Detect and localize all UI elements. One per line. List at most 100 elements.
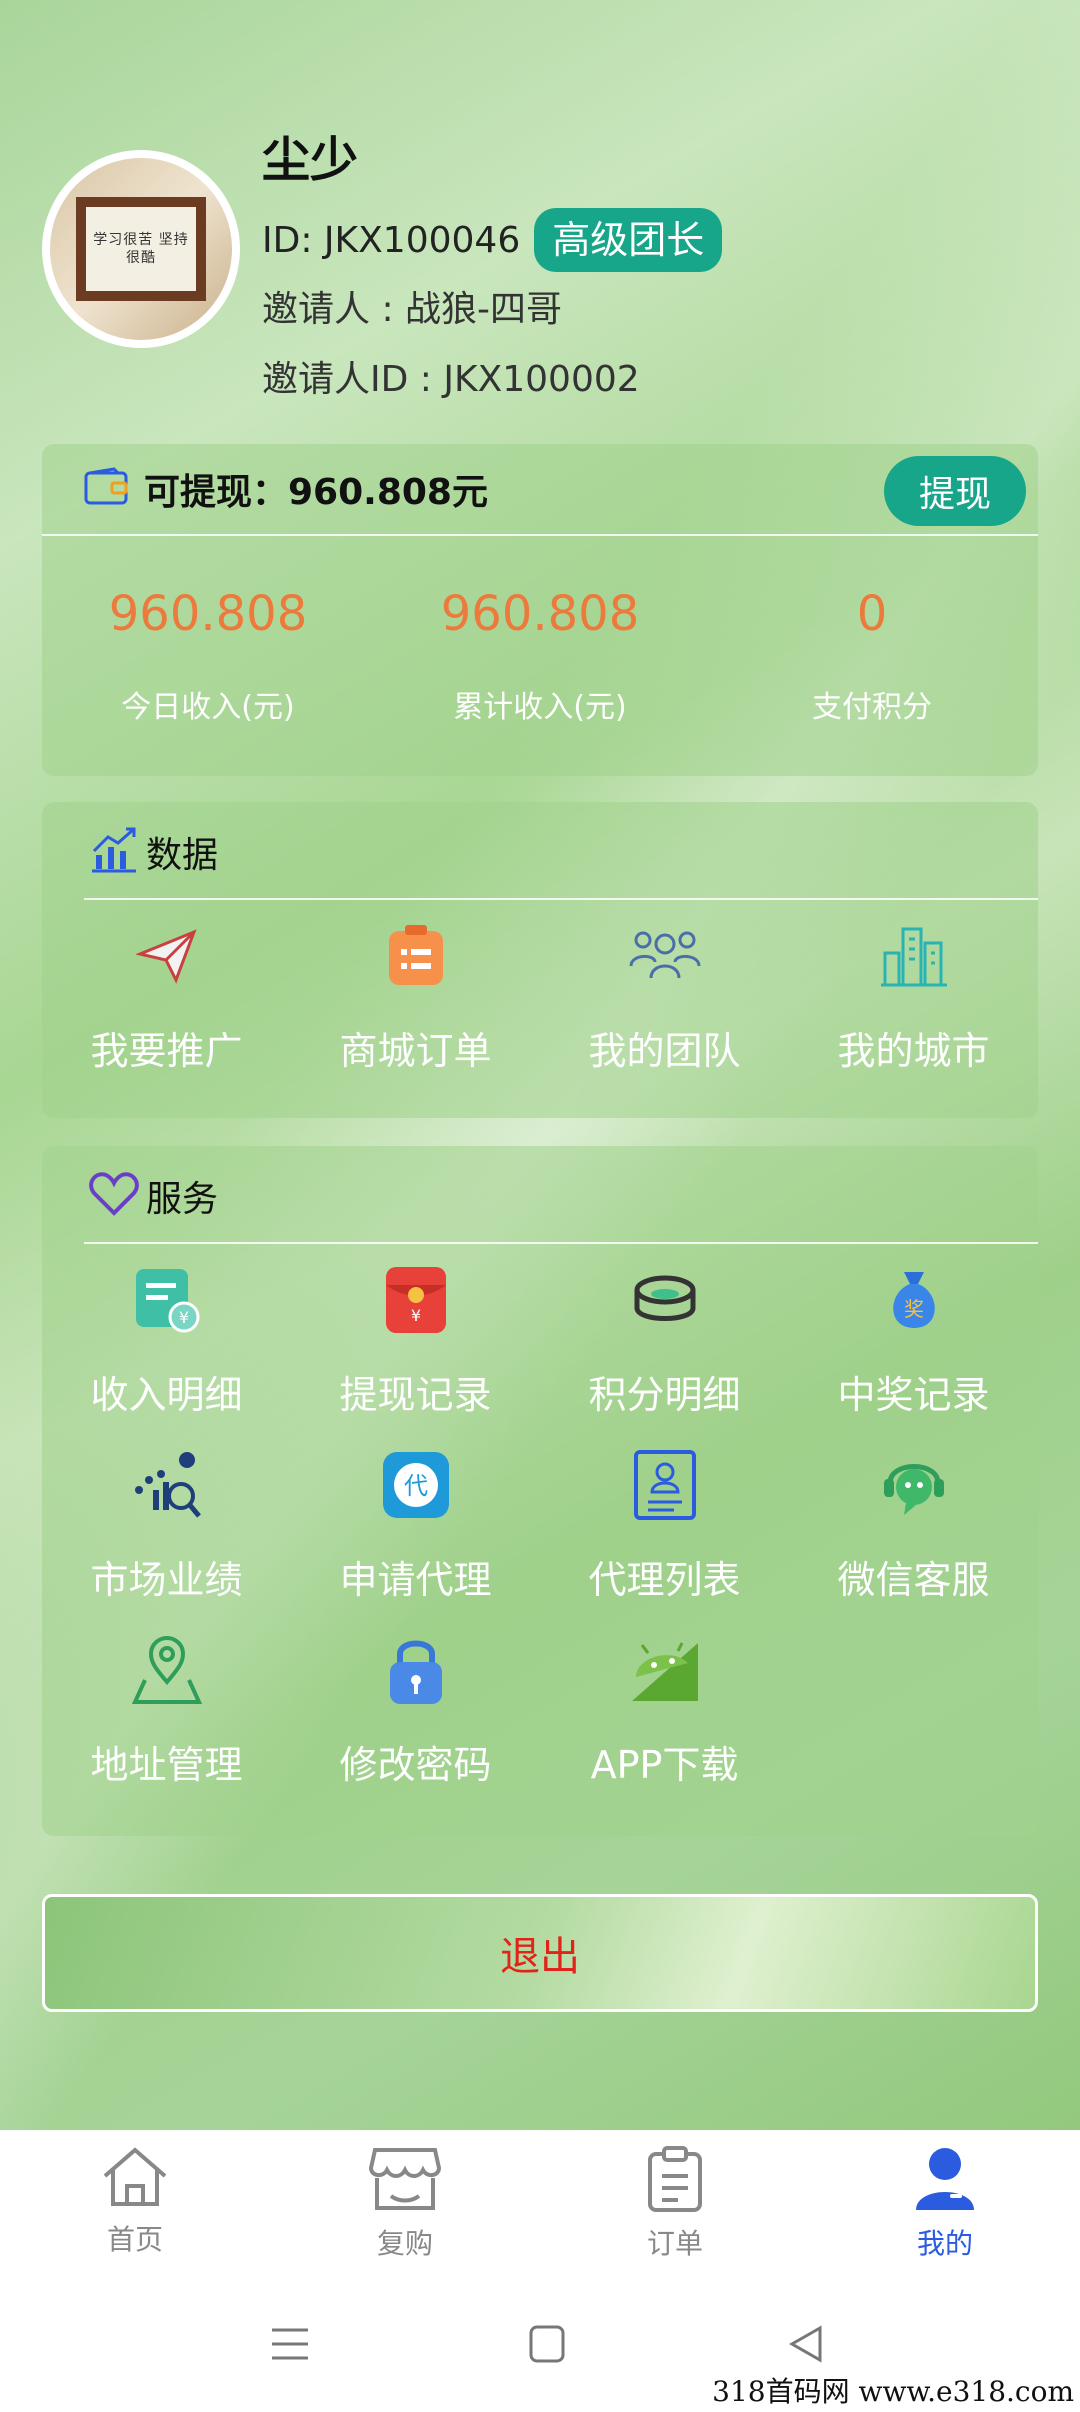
avatar[interactable]: 学习很苦 坚持很酷 <box>42 150 240 348</box>
stat-label: 今日收入(元) <box>121 690 295 725</box>
data-grid: 我要推广 商城订单 我的团队 我的城市 <box>42 902 1038 1075</box>
change-password-item[interactable]: 修改密码 <box>291 1604 540 1789</box>
service-grid: ¥ 收入明细 ¥ 提现记录 积分明细 奖 中奖记录 市场业绩 代 申请代理 代理… <box>42 1246 1038 1789</box>
paper-plane-icon <box>134 928 198 988</box>
city-icon <box>879 923 949 993</box>
agent-list-item[interactable]: 代理列表 <box>540 1419 789 1604</box>
withdraw-button[interactable]: 提现 <box>884 456 1026 526</box>
svg-text:代: 代 <box>404 1472 428 1500</box>
address-manage-item[interactable]: 地址管理 <box>42 1604 291 1789</box>
points-detail-item[interactable]: 积分明细 <box>540 1246 789 1419</box>
customer-service-icon <box>878 1449 950 1525</box>
tab-repurchase[interactable]: 复购 <box>270 2130 540 2280</box>
inviter: 邀请人 : 战狼-四哥 <box>262 289 563 330</box>
red-envelope-icon: ¥ <box>384 1265 448 1339</box>
item-label: 代理列表 <box>588 1558 741 1602</box>
user-name: 尘少 <box>262 132 359 188</box>
service-section: 服务 ¥ 收入明细 ¥ 提现记录 积分明细 奖 中奖记录 市场业绩 代 申请代理 <box>42 1146 1038 1836</box>
wechat-support-item[interactable]: 微信客服 <box>789 1419 1038 1604</box>
item-label: 收入明细 <box>90 1373 243 1417</box>
service-section-title: 服务 <box>146 1179 219 1220</box>
item-label: 市场业绩 <box>90 1558 243 1602</box>
data-section-header: 数据 <box>42 802 1038 902</box>
map-pin-icon <box>131 1634 203 1710</box>
item-label: APP下载 <box>590 1743 739 1787</box>
tab-orders[interactable]: 订单 <box>540 2130 810 2280</box>
withdraw-record-item[interactable]: ¥ 提现记录 <box>291 1246 540 1419</box>
app-download-item[interactable]: APP下载 <box>540 1604 789 1789</box>
divider <box>84 898 1038 900</box>
stat-label: 支付积分 <box>812 690 932 725</box>
item-label: 修改密码 <box>339 1743 492 1787</box>
divider <box>84 1242 1038 1244</box>
promote-item[interactable]: 我要推广 <box>42 902 291 1075</box>
tab-home[interactable]: 首页 <box>0 2130 270 2280</box>
chart-trend-icon <box>88 825 140 879</box>
tab-label: 首页 <box>106 2223 163 2256</box>
stat-value: 960.808 <box>108 586 308 642</box>
order-list-icon <box>387 925 445 991</box>
bottom-tab-bar: 首页 复购 订单 我的 <box>0 2130 1080 2280</box>
tab-label: 订单 <box>646 2227 703 2260</box>
team-icon <box>627 926 703 990</box>
prize-bag-icon: 奖 <box>884 1268 944 1336</box>
system-nav-bar: 318首码网 www.e318.com <box>0 2280 1080 2412</box>
stat-today-income[interactable]: 960.808 今日收入(元) <box>42 586 374 726</box>
item-label: 商城订单 <box>339 1029 492 1073</box>
svg-text:¥: ¥ <box>410 1306 420 1325</box>
watermark: 318首码网 www.e318.com <box>712 2375 1074 2408</box>
my-team-item[interactable]: 我的团队 <box>540 902 789 1075</box>
tab-mine[interactable]: 我的 <box>810 2130 1080 2280</box>
item-label: 积分明细 <box>588 1373 741 1417</box>
agent-apply-icon: 代 <box>381 1450 451 1524</box>
inviter-id: 邀请人ID : JKX100002 <box>262 359 640 400</box>
logout-button[interactable]: 退出 <box>42 1894 1038 2012</box>
tab-label: 复购 <box>376 2227 433 2260</box>
store-icon <box>368 2146 442 2216</box>
mall-orders-item[interactable]: 商城订单 <box>291 902 540 1075</box>
back-icon[interactable] <box>786 2324 826 2368</box>
user-id-row: ID: JKX100046 高级团长 <box>262 208 723 272</box>
wallet-icon <box>84 467 130 511</box>
item-label: 我的团队 <box>588 1029 741 1073</box>
stat-payment-points[interactable]: 0 支付积分 <box>706 586 1038 726</box>
stat-value: 0 <box>856 586 888 642</box>
tab-label: 我的 <box>916 2227 973 2260</box>
income-doc-icon: ¥ <box>134 1267 200 1337</box>
lock-icon <box>386 1634 446 1710</box>
home-square-icon[interactable] <box>528 2324 566 2368</box>
user-id: ID: JKX100046 <box>262 219 521 261</box>
my-city-item[interactable]: 我的城市 <box>789 902 1038 1075</box>
stat-total-income[interactable]: 960.808 累计收入(元) <box>374 586 706 726</box>
avatar-image-text: 学习很苦 坚持很酷 <box>93 232 189 266</box>
data-section-title: 数据 <box>146 835 219 876</box>
item-label: 我的城市 <box>837 1029 990 1073</box>
coins-icon <box>632 1270 698 1334</box>
market-performance-item[interactable]: 市场业绩 <box>42 1419 291 1604</box>
item-label: 申请代理 <box>339 1558 492 1602</box>
item-label: 地址管理 <box>90 1743 243 1787</box>
svg-text:奖: 奖 <box>904 1297 924 1321</box>
menu-icon[interactable] <box>270 2324 310 2368</box>
home-icon <box>101 2146 169 2212</box>
agent-list-icon <box>633 1450 696 1524</box>
income-detail-item[interactable]: ¥ 收入明细 <box>42 1246 291 1419</box>
wallet-card: 可提现：960.808元 提现 960.808 今日收入(元) 960.808 … <box>42 444 1038 776</box>
item-label: 中奖记录 <box>837 1373 990 1417</box>
stat-value: 960.808 <box>440 586 640 642</box>
level-badge: 高级团长 <box>534 208 723 272</box>
avatar-frame-image: 学习很苦 坚持很酷 <box>76 197 206 301</box>
item-label: 我要推广 <box>90 1029 243 1073</box>
heart-icon <box>88 1171 140 1221</box>
data-section: 数据 我要推广 商城订单 我的团队 我的城市 <box>42 802 1038 1118</box>
prize-record-item[interactable]: 奖 中奖记录 <box>789 1246 1038 1419</box>
market-chart-icon <box>131 1450 203 1524</box>
user-icon <box>914 2146 976 2216</box>
clipboard-icon <box>646 2146 704 2216</box>
income-stats: 960.808 今日收入(元) 960.808 累计收入(元) 0 支付积分 <box>42 536 1038 726</box>
item-label: 提现记录 <box>339 1373 492 1417</box>
svg-text:¥: ¥ <box>178 1308 188 1327</box>
apply-agent-item[interactable]: 代 申请代理 <box>291 1419 540 1604</box>
withdrawable-amount: 可提现：960.808元 <box>144 472 488 513</box>
stat-label: 累计收入(元) <box>453 690 627 725</box>
